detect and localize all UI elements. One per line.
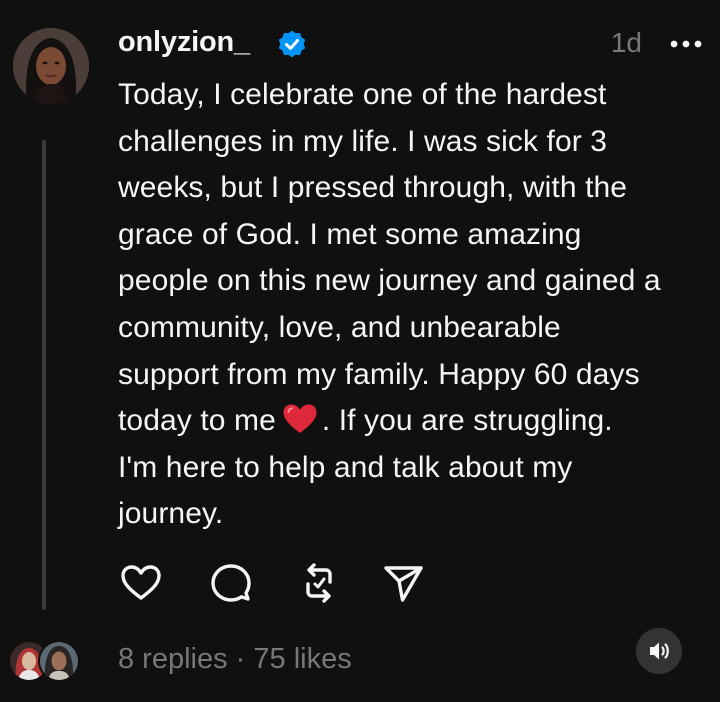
- post-text-line: support from my family. Happy 60 days: [118, 357, 640, 391]
- post-text-line: weeks, but I pressed through, with the: [118, 171, 628, 205]
- post-text-line: challenges in my life. I was sick for 3: [118, 124, 608, 158]
- post-text-line: community, love, and unbearable: [118, 310, 561, 344]
- verified-badge-icon: [278, 30, 306, 58]
- reply-avatars[interactable]: [8, 636, 84, 684]
- thread-line: [42, 140, 46, 610]
- sound-button[interactable]: [636, 628, 682, 674]
- post-text-line: Today, I celebrate one of the hardest: [118, 78, 607, 111]
- stats-separator: ·: [227, 643, 254, 675]
- author-avatar-image: [13, 28, 89, 104]
- more-dots-icon[interactable]: [668, 30, 704, 58]
- post-timestamp: 1d: [610, 27, 642, 58]
- likes-count[interactable]: 75 likes: [253, 643, 351, 675]
- reply-avatar: [38, 640, 80, 682]
- repost-arrows-icon[interactable]: [296, 560, 342, 606]
- author-avatar[interactable]: [13, 28, 89, 104]
- red-heart-emoji-icon: [283, 404, 317, 434]
- post-text-line: journey.: [118, 497, 224, 531]
- send-paper-plane-icon[interactable]: [380, 560, 426, 606]
- post-text-line: people on this new journey and gained a: [118, 264, 661, 298]
- post-text-segment: today to me: [118, 404, 276, 438]
- post-stats: 8 replies · 75 likes: [118, 643, 352, 676]
- post-text-line: grace of God. I met some amazing: [118, 217, 582, 251]
- post-text-line-with-emoji: today to me . If you are struggling.: [118, 398, 714, 445]
- heart-outline-icon[interactable]: [118, 560, 164, 606]
- post-header: onlyzion_ 1d: [118, 24, 720, 64]
- replies-count[interactable]: 8 replies: [118, 643, 228, 675]
- username[interactable]: onlyzion_: [118, 26, 250, 59]
- speaker-icon: [650, 642, 669, 660]
- reply-avatar-image: [40, 642, 78, 680]
- post-text-line: I'm here to help and talk about my: [118, 450, 573, 484]
- comment-bubble-icon[interactable]: [208, 560, 254, 606]
- post-body: Today, I celebrate one of the hardest ch…: [118, 72, 714, 538]
- post-text-segment: . If you are struggling.: [321, 404, 613, 438]
